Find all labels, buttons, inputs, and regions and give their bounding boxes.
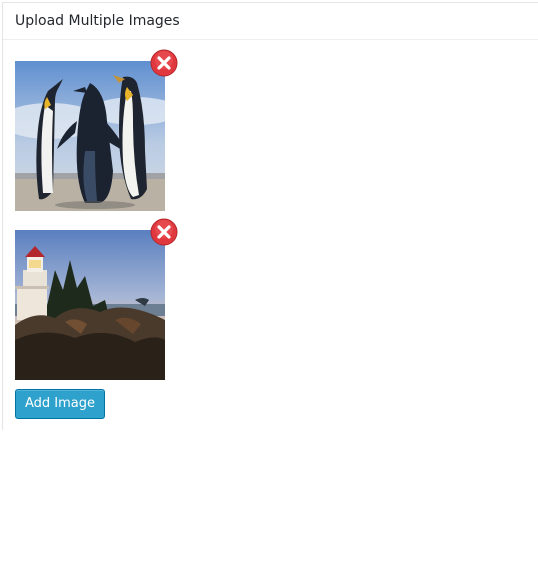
add-image-button[interactable]: Add Image <box>15 389 105 419</box>
panel-title: Upload Multiple Images <box>15 13 180 29</box>
remove-image-icon[interactable] <box>150 49 178 77</box>
image-thumbnail-lighthouse <box>15 230 165 380</box>
remove-image-icon[interactable] <box>150 218 178 246</box>
panel-header: Upload Multiple Images <box>3 3 538 40</box>
image-thumbnail-penguins <box>15 61 165 211</box>
